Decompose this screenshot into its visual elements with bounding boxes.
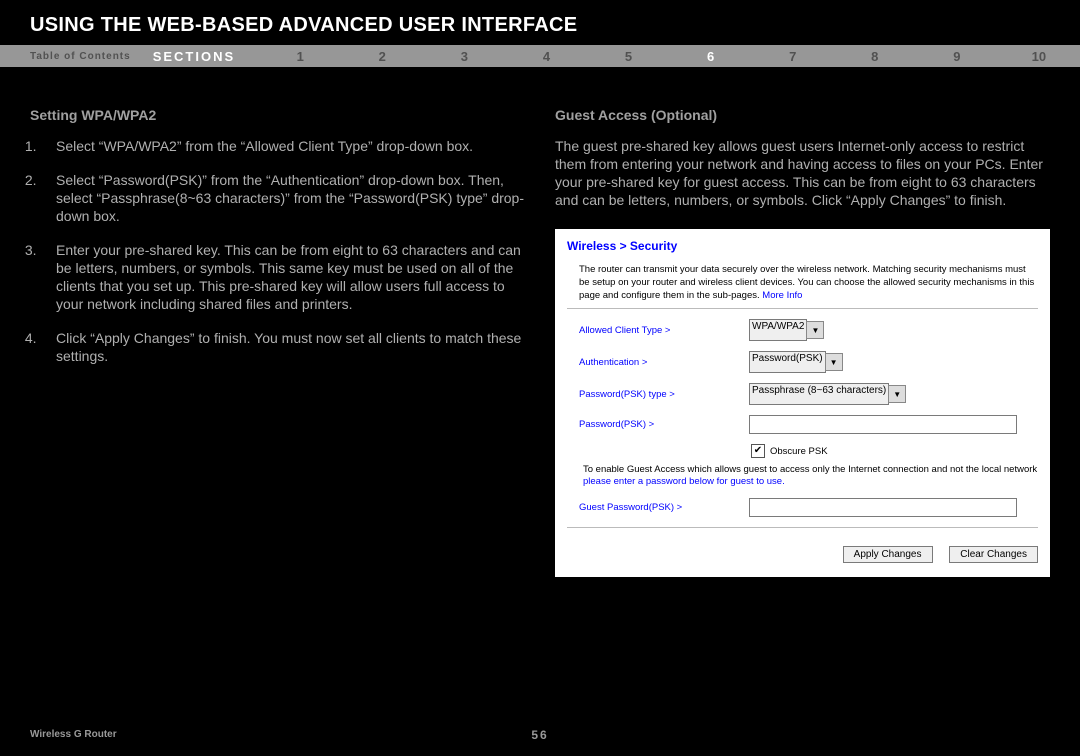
dropdown-arrow-icon: ▼: [806, 321, 824, 339]
step-4: Click “Apply Changes” to finish. You mus…: [56, 329, 525, 365]
nav-section-6[interactable]: 6: [670, 49, 752, 64]
psk-type-label: Password(PSK) type >: [579, 389, 749, 400]
allowed-client-type-select[interactable]: WPA/WPA2 ▼: [749, 319, 824, 341]
guest-psk-input[interactable]: [749, 498, 1017, 517]
nav-section-3[interactable]: 3: [423, 49, 505, 64]
row-obscure-psk: ✔ Obscure PSK: [751, 444, 1038, 458]
guest-note-line2: please enter a password below for guest …: [583, 476, 785, 487]
content-area: Setting WPA/WPA2 Select “WPA/WPA2” from …: [0, 67, 1080, 577]
guest-access-note: To enable Guest Access which allows gues…: [583, 464, 1038, 488]
authentication-label: Authentication >: [579, 357, 749, 368]
row-authentication: Authentication > Password(PSK) ▼: [579, 351, 1038, 373]
obscure-psk-label: Obscure PSK: [770, 446, 828, 457]
psk-type-select[interactable]: Passphrase (8~63 characters) ▼: [749, 383, 906, 405]
left-column: Setting WPA/WPA2 Select “WPA/WPA2” from …: [30, 107, 545, 577]
row-psk: Password(PSK) >: [579, 415, 1038, 434]
router-intro-text: The router can transmit your data secure…: [579, 264, 1034, 301]
page-header: USING THE WEB-BASED ADVANCED USER INTERF…: [0, 0, 1080, 45]
router-breadcrumb: Wireless > Security: [567, 239, 1038, 253]
psk-label: Password(PSK) >: [579, 419, 749, 430]
router-divider: [567, 308, 1038, 309]
sections-label: SECTIONS: [145, 49, 259, 64]
nav-section-7[interactable]: 7: [752, 49, 834, 64]
steps-list: Select “WPA/WPA2” from the “Allowed Clie…: [30, 137, 525, 365]
router-buttons: Apply Changes Clear Changes: [567, 546, 1038, 563]
nav-section-1[interactable]: 1: [259, 49, 341, 64]
psk-input[interactable]: [749, 415, 1017, 434]
router-config-panel: Wireless > Security The router can trans…: [555, 229, 1050, 577]
left-heading: Setting WPA/WPA2: [30, 107, 525, 123]
nav-section-8[interactable]: 8: [834, 49, 916, 64]
row-allowed-client-type: Allowed Client Type > WPA/WPA2 ▼: [579, 319, 1038, 341]
right-body: The guest pre-shared key allows guest us…: [555, 137, 1050, 209]
page-footer: Wireless G Router 56: [30, 729, 1050, 740]
nav-section-2[interactable]: 2: [341, 49, 423, 64]
router-divider-bottom: [567, 527, 1038, 528]
router-intro: The router can transmit your data secure…: [579, 263, 1038, 302]
more-info-link[interactable]: More Info: [762, 290, 802, 301]
obscure-psk-checkbox[interactable]: ✔: [751, 444, 765, 458]
nav-section-4[interactable]: 4: [505, 49, 587, 64]
dropdown-arrow-icon: ▼: [888, 385, 906, 403]
clear-changes-button[interactable]: Clear Changes: [949, 546, 1038, 563]
nav-section-5[interactable]: 5: [587, 49, 669, 64]
toc-link[interactable]: Table of Contents: [0, 51, 145, 62]
guest-note-line1: To enable Guest Access which allows gues…: [583, 464, 1037, 475]
apply-changes-button[interactable]: Apply Changes: [843, 546, 933, 563]
step-1: Select “WPA/WPA2” from the “Allowed Clie…: [56, 137, 525, 155]
page-number: 56: [30, 728, 1050, 742]
step-2: Select “Password(PSK)” from the “Authent…: [56, 171, 525, 225]
row-guest-psk: Guest Password(PSK) >: [579, 498, 1038, 517]
allowed-client-type-label: Allowed Client Type >: [579, 325, 749, 336]
guest-psk-label: Guest Password(PSK) >: [579, 502, 749, 513]
step-3: Enter your pre-shared key. This can be f…: [56, 241, 525, 313]
section-nav: Table of Contents SECTIONS 1 2 3 4 5 6 7…: [0, 45, 1080, 67]
nav-section-10[interactable]: 10: [998, 49, 1080, 64]
page-title: USING THE WEB-BASED ADVANCED USER INTERF…: [30, 14, 1080, 37]
right-column: Guest Access (Optional) The guest pre-sh…: [545, 107, 1050, 577]
nav-section-9[interactable]: 9: [916, 49, 998, 64]
right-heading: Guest Access (Optional): [555, 107, 1050, 123]
authentication-select[interactable]: Password(PSK) ▼: [749, 351, 843, 373]
row-psk-type: Password(PSK) type > Passphrase (8~63 ch…: [579, 383, 1038, 405]
dropdown-arrow-icon: ▼: [825, 353, 843, 371]
